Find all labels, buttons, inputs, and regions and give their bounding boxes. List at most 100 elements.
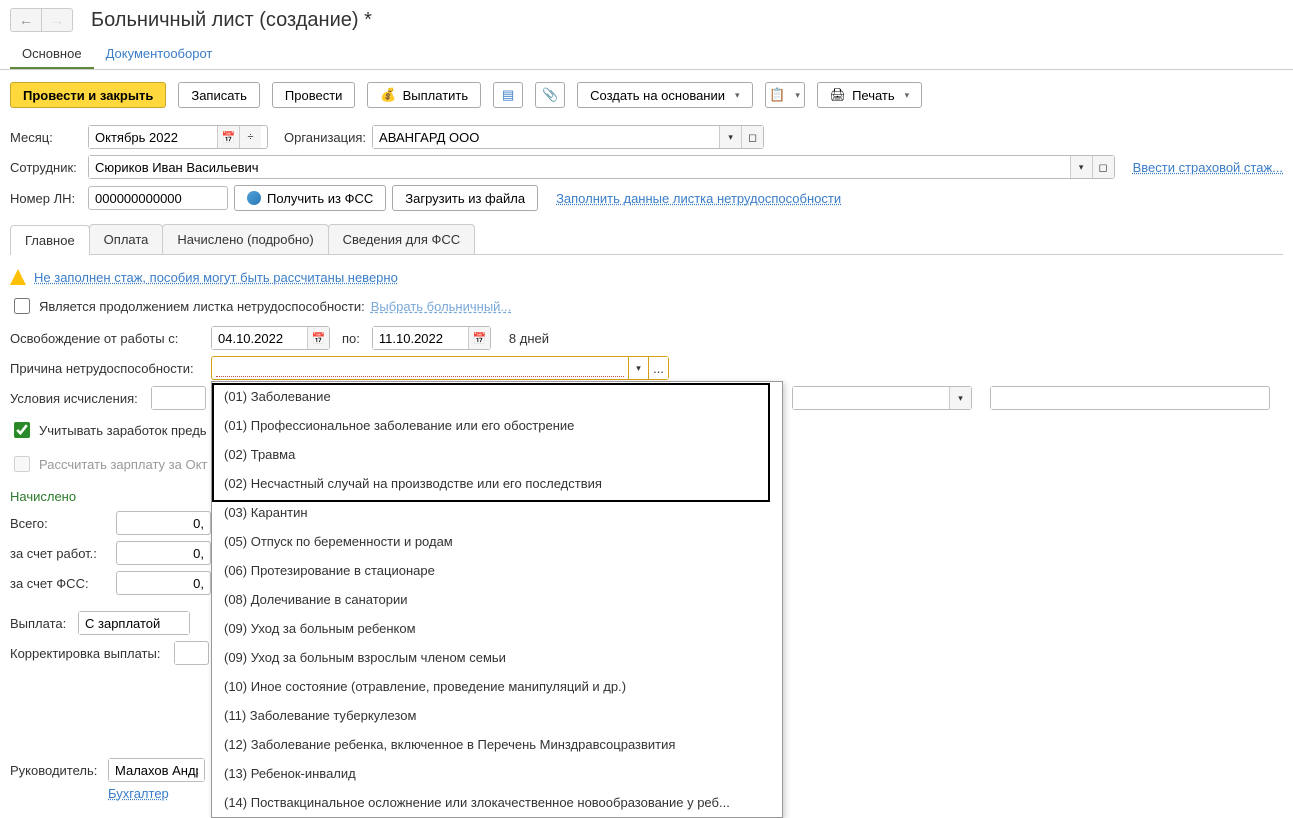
payout-input[interactable] bbox=[79, 612, 189, 634]
reason-option[interactable]: (11) Заболевание туберкулезом bbox=[212, 701, 782, 730]
ln-input[interactable] bbox=[88, 186, 228, 210]
calendar-icon[interactable]: 📅 bbox=[468, 327, 490, 349]
employee-dropdown-icon[interactable] bbox=[1070, 156, 1092, 178]
submit-close-button[interactable]: Провести и закрыть bbox=[10, 82, 166, 108]
reason-input[interactable] bbox=[216, 359, 624, 377]
top-tabs: Основное Документооборот bbox=[0, 36, 1293, 70]
date-to-input[interactable] bbox=[373, 327, 468, 349]
subtab-main[interactable]: Главное bbox=[10, 225, 90, 255]
subtab-payment[interactable]: Оплата bbox=[89, 224, 164, 254]
get-fss-label: Получить из ФСС bbox=[267, 191, 373, 206]
attach-button[interactable]: 📎 bbox=[535, 82, 565, 108]
month-org-row: Месяц: 📅 ÷ Организация: ◻ bbox=[10, 122, 1283, 152]
tab-docflow[interactable]: Документооборот bbox=[94, 40, 225, 69]
month-field[interactable]: 📅 ÷ bbox=[88, 125, 268, 149]
org-field[interactable]: ◻ bbox=[372, 125, 764, 149]
correction-input[interactable] bbox=[175, 642, 205, 664]
payout-label: Выплата: bbox=[10, 616, 72, 631]
warning-link[interactable]: Не заполнен стаж, пособия могут быть рас… bbox=[34, 270, 398, 285]
total-input[interactable] bbox=[116, 511, 211, 535]
create-based-button[interactable]: Создать на основании bbox=[577, 82, 752, 108]
accountant-link[interactable]: Бухгалтер bbox=[108, 786, 169, 801]
reason-dropdown-icon[interactable] bbox=[628, 357, 648, 379]
release-label: Освобождение от работы с: bbox=[10, 331, 205, 346]
reason-option[interactable]: (10) Иное состояние (отравление, проведе… bbox=[212, 672, 782, 701]
tab-main[interactable]: Основное bbox=[10, 40, 94, 69]
reason-option[interactable]: (06) Протезирование в стационаре bbox=[212, 556, 782, 585]
manager-field[interactable] bbox=[108, 758, 205, 782]
chevron-down-icon bbox=[795, 90, 800, 101]
stepper-icon[interactable]: ÷ bbox=[239, 126, 261, 148]
reason-option[interactable]: (05) Отпуск по беременности и родам bbox=[212, 527, 782, 556]
reason-option[interactable]: (13) Ребенок-инвалид bbox=[212, 759, 782, 788]
fill-data-link[interactable]: Заполнить данные листка нетрудоспособнос… bbox=[556, 191, 841, 206]
employee-field[interactable]: ◻ bbox=[88, 155, 1115, 179]
reason-option[interactable]: (02) Несчастный случай на производстве и… bbox=[212, 469, 782, 498]
reason-label: Причина нетрудоспособности: bbox=[10, 361, 205, 376]
payout-field[interactable] bbox=[78, 611, 190, 635]
report-icon: ▤ bbox=[502, 87, 514, 103]
subtab-accrued[interactable]: Начислено (подробно) bbox=[162, 224, 328, 254]
fss-input[interactable] bbox=[116, 571, 211, 595]
load-file-button[interactable]: Загрузить из файла bbox=[392, 185, 538, 211]
reason-more-icon[interactable]: ... bbox=[648, 357, 668, 379]
subtab-fss[interactable]: Сведения для ФСС bbox=[328, 224, 475, 254]
continuation-checkbox[interactable] bbox=[14, 298, 30, 314]
conditions-field-2[interactable] bbox=[792, 386, 972, 410]
reason-row: Причина нетрудоспособности: ... (01) Заб… bbox=[10, 353, 1283, 383]
org-open-icon[interactable]: ◻ bbox=[741, 126, 763, 148]
conditions-input-2[interactable] bbox=[793, 387, 949, 409]
select-sick-link[interactable]: Выбрать больничный... bbox=[371, 299, 512, 314]
reason-option[interactable]: (03) Карантин bbox=[212, 498, 782, 527]
conditions-input[interactable] bbox=[152, 387, 202, 409]
conditions-field-3[interactable] bbox=[990, 386, 1270, 410]
chevron-down-icon[interactable] bbox=[949, 387, 971, 409]
page-title: Больничный лист (создание) * bbox=[91, 9, 372, 32]
get-fss-button[interactable]: Получить из ФСС bbox=[234, 185, 386, 211]
back-button[interactable]: ← bbox=[10, 8, 42, 32]
reason-option[interactable]: (02) Травма bbox=[212, 440, 782, 469]
count-prev-checkbox[interactable] bbox=[14, 422, 30, 438]
org-input[interactable] bbox=[373, 126, 719, 148]
calendar-icon[interactable]: 📅 bbox=[217, 126, 239, 148]
report-button[interactable]: ▤ bbox=[493, 82, 523, 108]
print-button[interactable]: 🖨 Печать bbox=[817, 82, 923, 108]
pay-label: Выплатить bbox=[403, 88, 469, 103]
warning-icon bbox=[10, 269, 26, 285]
warning-row: Не заполнен стаж, пособия могут быть рас… bbox=[10, 265, 1283, 289]
reason-option[interactable]: (09) Уход за больным ребенком bbox=[212, 614, 782, 643]
employer-input[interactable] bbox=[116, 541, 211, 565]
reason-option[interactable]: (01) Заболевание bbox=[212, 382, 782, 411]
conditions-input-3[interactable] bbox=[991, 387, 1267, 409]
reason-option[interactable]: (09) Уход за больным взрослым членом сем… bbox=[212, 643, 782, 672]
conditions-field[interactable] bbox=[151, 386, 206, 410]
reason-field[interactable]: ... bbox=[211, 356, 669, 380]
ln-label: Номер ЛН: bbox=[10, 191, 82, 206]
date-from-input[interactable] bbox=[212, 327, 307, 349]
employee-open-icon[interactable]: ◻ bbox=[1092, 156, 1114, 178]
total-label: Всего: bbox=[10, 516, 110, 531]
manager-input[interactable] bbox=[109, 759, 204, 781]
reason-option[interactable]: (01) Профессиональное заболевание или ег… bbox=[212, 411, 782, 440]
date-from-field[interactable]: 📅 bbox=[211, 326, 330, 350]
reason-option[interactable]: (08) Долечивание в санатории bbox=[212, 585, 782, 614]
correction-field[interactable] bbox=[174, 641, 209, 665]
save-button[interactable]: Записать bbox=[178, 82, 260, 108]
extra-button[interactable]: 📋 bbox=[765, 82, 805, 108]
calendar-icon[interactable]: 📅 bbox=[307, 327, 329, 349]
month-input[interactable] bbox=[89, 126, 217, 148]
date-to-field[interactable]: 📅 bbox=[372, 326, 491, 350]
employee-input[interactable] bbox=[89, 156, 1070, 178]
pay-button[interactable]: 💰 Выплатить bbox=[367, 82, 481, 108]
forward-button[interactable]: → bbox=[41, 8, 73, 32]
calc-salary-label: Рассчитать зарплату за Окт bbox=[39, 457, 207, 472]
reason-option[interactable]: (14) Поствакцинальное осложнение или зло… bbox=[212, 788, 782, 817]
header-bar: ← → Больничный лист (создание) * bbox=[0, 0, 1293, 36]
insurance-link[interactable]: Ввести страховой стаж... bbox=[1133, 160, 1283, 175]
reason-option[interactable]: (12) Заболевание ребенка, включенное в П… bbox=[212, 730, 782, 759]
sub-tabs: Главное Оплата Начислено (подробно) Свед… bbox=[10, 224, 1283, 255]
days-count: 8 дней bbox=[509, 331, 549, 346]
org-dropdown-icon[interactable] bbox=[719, 126, 741, 148]
toolbar: Провести и закрыть Записать Провести 💰 В… bbox=[0, 70, 1293, 118]
submit-button[interactable]: Провести bbox=[272, 82, 356, 108]
